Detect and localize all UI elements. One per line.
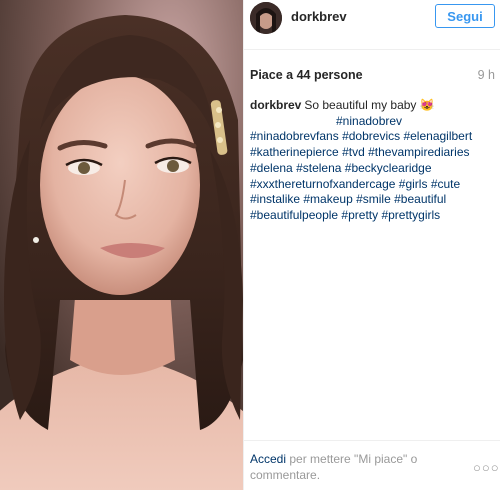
username[interactable]: dorkbrev — [291, 9, 347, 24]
hashtag[interactable]: #prettygirls — [381, 208, 440, 222]
hashtag[interactable]: #makeup — [303, 192, 352, 206]
caption-username[interactable]: dorkbrev — [250, 98, 301, 112]
hashtag[interactable]: #pretty — [341, 208, 378, 222]
follow-button[interactable]: Segui — [435, 4, 495, 28]
hashtag[interactable]: #katherinepierce — [250, 145, 339, 159]
hashtag[interactable]: #ninadobrevfans — [250, 129, 339, 143]
likes-count[interactable]: Piace a 44 persone — [250, 68, 363, 82]
post-header: dorkbrev Segui — [244, 0, 500, 50]
post-footer: Accedi per mettere "Mi piace" o commenta… — [244, 440, 500, 490]
avatar[interactable] — [250, 2, 282, 34]
more-options-icon[interactable]: ○○○ — [473, 460, 500, 475]
caption: dorkbrev So beautiful my baby 😻 #ninadobr… — [250, 98, 496, 224]
hashtag[interactable]: #cute — [431, 177, 460, 191]
portrait-image — [0, 0, 243, 490]
hashtag[interactable]: #beckyclearidge — [345, 161, 432, 175]
hashtag[interactable]: #thevampirediaries — [368, 145, 469, 159]
login-link[interactable]: Accedi — [250, 452, 286, 466]
hashtag[interactable]: #smile — [356, 192, 391, 206]
login-prompt: Accedi per mettere "Mi piace" o commenta… — [250, 452, 445, 483]
hashtag[interactable]: #beautifulpeople — [250, 208, 338, 222]
caption-text: So beautiful my baby — [304, 98, 417, 112]
post-time[interactable]: 9 h — [478, 68, 495, 82]
caption-hashtags: #ninadobrev — [250, 114, 496, 130]
hashtag[interactable]: #dobrevics — [342, 129, 400, 143]
hashtag[interactable]: #xxxthereturnofxandercage — [250, 177, 395, 191]
avatar-image — [250, 2, 282, 34]
hashtag[interactable]: #ninadobrev — [336, 114, 402, 128]
hashtag[interactable]: #girls — [399, 177, 428, 191]
hashtag[interactable]: #elenagilbert — [403, 129, 472, 143]
post-side-panel: dorkbrev Segui Piace a 44 persone 9 h do… — [243, 0, 500, 490]
hashtag[interactable]: #beautiful — [394, 192, 446, 206]
likes-row: Piace a 44 persone 9 h — [250, 68, 495, 84]
post-photo[interactable] — [0, 0, 243, 490]
hashtag[interactable]: #tvd — [342, 145, 365, 159]
hashtag[interactable]: #delena — [250, 161, 293, 175]
hashtag[interactable]: #instalike — [250, 192, 300, 206]
caption-emoji: 😻 — [419, 98, 435, 112]
hashtag[interactable]: #stelena — [296, 161, 341, 175]
